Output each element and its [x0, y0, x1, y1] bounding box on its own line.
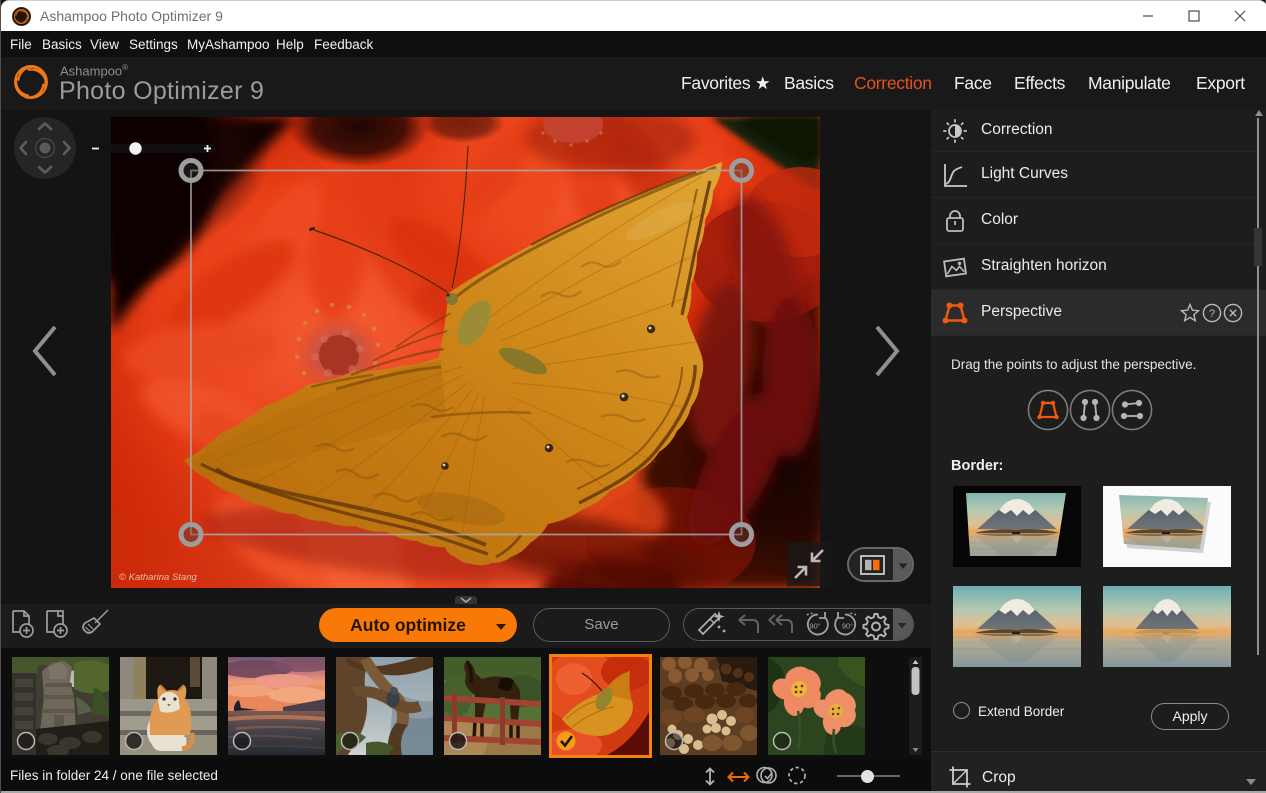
svg-text:?: ?: [1209, 308, 1215, 320]
svg-text:© Katharina Stang: © Katharina Stang: [119, 572, 197, 583]
svg-text:90°: 90°: [842, 622, 853, 631]
svg-text:90°: 90°: [809, 622, 820, 631]
